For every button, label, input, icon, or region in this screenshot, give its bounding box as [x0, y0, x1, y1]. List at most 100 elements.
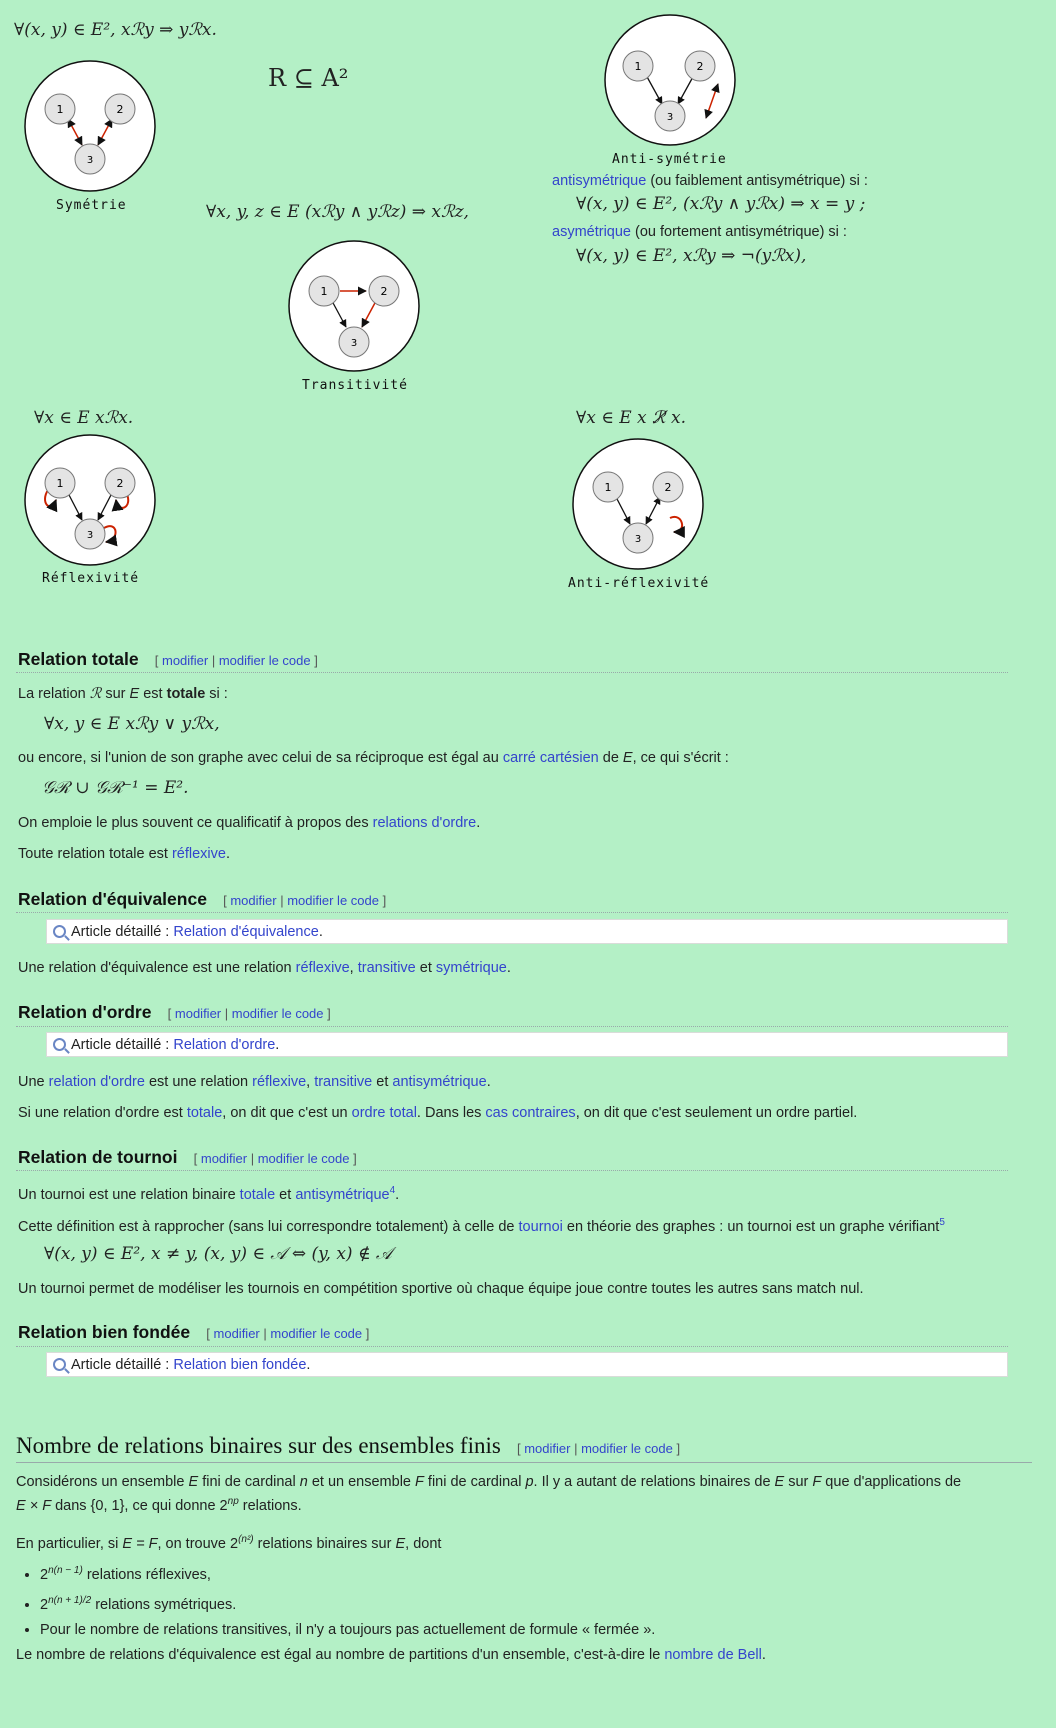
modifier-code-link[interactable]: modifier le code [219, 653, 311, 668]
antisymmetry-caption: Anti-symétrie [612, 152, 727, 167]
section-equivalence-heading: Relation d'équivalence [ modifier | modi… [18, 889, 386, 910]
node-3: 3 [338, 326, 370, 358]
nombre-list: 2n(n − 1) relations réflexives, 2n(n + 1… [18, 1558, 655, 1643]
relations-ordre-link[interactable]: relations d'ordre [373, 815, 477, 831]
node-label: 1 [635, 60, 642, 73]
nombre-p2: En particulier, si E = F, on trouve 2(n²… [16, 1534, 442, 1552]
modifier-link[interactable]: modifier [524, 1441, 570, 1456]
modifier-code-link[interactable]: modifier le code [258, 1151, 350, 1166]
totale-formula-1: ∀x, y ∈ E xℛy ∨ yℛx, [44, 714, 220, 734]
detail-link[interactable]: Relation d'ordre [173, 1037, 275, 1053]
asym-formula: ∀(x, y) ∈ E², xℛy ⇒ ¬(yℛx), [576, 246, 807, 266]
node-label: 3 [667, 112, 673, 123]
node-label: 1 [57, 477, 64, 490]
edit-links: [ modifier | modifier le code ] [154, 653, 318, 668]
symmetry-caption: Symétrie [56, 198, 127, 213]
section-rule [16, 672, 1008, 673]
nombre-bell-link[interactable]: nombre de Bell [664, 1647, 762, 1663]
totale-p1: La relation ℛ sur E est totale si : [18, 686, 228, 702]
nombre-p3: Le nombre de relations d'équivalence est… [16, 1647, 766, 1663]
detail-link[interactable]: Relation d'équivalence [173, 924, 318, 940]
tournoi-formula: ∀(x, y) ∈ E², x ≠ y, (x, y) ∈ 𝒜 ⇔ (y, x)… [44, 1244, 393, 1264]
node-label: 2 [117, 477, 124, 490]
section-rule [16, 1462, 1032, 1463]
antisym-line: antisymétrique (ou faiblement antisymétr… [552, 171, 868, 191]
node-1: 1 [622, 50, 654, 82]
antisymetrique-link[interactable]: antisymétrique [392, 1074, 486, 1090]
modifier-link[interactable]: modifier [175, 1006, 221, 1021]
tournoi-p2: Cette définition est à rapprocher (sans … [18, 1217, 945, 1235]
antisymetrique-link[interactable]: antisymétrique [295, 1187, 389, 1203]
equivalence-p1: Une relation d'équivalence est une relat… [18, 960, 511, 976]
detail-article-box: Article détaillé : Relation d'équivalenc… [46, 919, 1008, 944]
detail-link[interactable]: Relation bien fondée [173, 1357, 306, 1373]
reference-link[interactable]: 5 [939, 1217, 945, 1228]
detail-prefix: Article détaillé : [71, 924, 174, 940]
node-label: 2 [697, 60, 704, 73]
reflexivity-formula: ∀x ∈ E xℛx. [34, 408, 134, 428]
relation-ordre-link[interactable]: relation d'ordre [49, 1074, 145, 1090]
detail-prefix: Article détaillé : [71, 1037, 174, 1053]
asymetrique-link[interactable]: asymétrique [552, 224, 631, 240]
reflexive-link[interactable]: réflexive [252, 1074, 306, 1090]
tournoi-p3: Un tournoi permet de modéliser les tourn… [18, 1281, 864, 1297]
modifier-link[interactable]: modifier [201, 1151, 247, 1166]
antisymetrique-link[interactable]: antisymétrique [552, 173, 646, 189]
node-label: 2 [117, 103, 124, 116]
modifier-link[interactable]: modifier [230, 893, 276, 908]
node-3: 3 [654, 100, 686, 132]
section-title: Relation bien fondée [18, 1322, 191, 1342]
ordre-p2: Si une relation d'ordre est totale, on d… [18, 1105, 858, 1121]
edit-links: [ modifier | modifier le code ] [206, 1326, 370, 1341]
node-1: 1 [308, 275, 340, 307]
totale-link[interactable]: totale [240, 1187, 275, 1203]
transitivity-diagram: 1 2 3 [288, 240, 420, 372]
antisym-formula: ∀(x, y) ∈ E², (xℛy ∧ yℛx) ⇒ x = y ; [576, 194, 866, 214]
section-fondee-heading: Relation bien fondée [ modifier | modifi… [18, 1322, 369, 1343]
reflexive-link[interactable]: réflexive [296, 960, 350, 976]
transitive-link[interactable]: transitive [358, 960, 416, 976]
section-title: Relation totale [18, 649, 139, 669]
modifier-code-link[interactable]: modifier le code [581, 1441, 673, 1456]
list-item: 2n(n − 1) relations réflexives, [40, 1558, 655, 1588]
list-item: Pour le nombre de relations transitives,… [40, 1618, 655, 1643]
list-item: 2n(n + 1)/2 relations symétriques. [40, 1588, 655, 1618]
node-label: 3 [87, 530, 93, 541]
modifier-link[interactable]: modifier [162, 653, 208, 668]
ordre-p1: Une relation d'ordre est une relation ré… [18, 1074, 491, 1090]
node-label: 1 [605, 481, 612, 494]
section-rule [16, 912, 1008, 913]
section-rule [16, 1026, 1008, 1027]
symetrique-link[interactable]: symétrique [436, 960, 507, 976]
tournoi-link[interactable]: tournoi [519, 1219, 563, 1235]
node-3: 3 [622, 522, 654, 554]
section-nombre-heading: Nombre de relations binaires sur des ens… [16, 1433, 680, 1459]
modifier-code-link[interactable]: modifier le code [270, 1326, 362, 1341]
modifier-link[interactable]: modifier [214, 1326, 260, 1341]
modifier-code-link[interactable]: modifier le code [232, 1006, 324, 1021]
antisym-text: (ou faiblement antisymétrique) si : [646, 173, 868, 189]
reflexivity-caption: Réflexivité [42, 571, 140, 586]
symmetry-diagram: 1 2 3 [24, 60, 156, 192]
section-title: Relation de tournoi [18, 1147, 178, 1167]
section-title: Relation d'équivalence [18, 889, 207, 909]
section-totale-heading: Relation totale [ modifier | modifier le… [18, 649, 318, 670]
carre-link[interactable]: carré [503, 750, 536, 766]
asym-text: (ou fortement antisymétrique) si : [630, 224, 847, 240]
transitive-link[interactable]: transitive [314, 1074, 372, 1090]
node-1: 1 [44, 93, 76, 125]
reflexivity-diagram: 1 2 3 [24, 434, 156, 566]
reflexive-link[interactable]: réflexive [172, 846, 226, 862]
node-1: 1 [592, 471, 624, 503]
cartesien-link[interactable]: cartésien [540, 750, 599, 766]
detail-article-box: Article détaillé : Relation bien fondée. [46, 1352, 1008, 1377]
node-1: 1 [44, 467, 76, 499]
modifier-code-link[interactable]: modifier le code [287, 893, 379, 908]
totale-link[interactable]: totale [187, 1105, 222, 1121]
cas-contraires-link[interactable]: cas contraires [485, 1105, 575, 1121]
symmetry-formula: ∀(x, y) ∈ E², xℛy ⇒ yℛx. [14, 20, 217, 40]
ordre-total-link[interactable]: ordre total [352, 1105, 417, 1121]
antireflexivity-formula: ∀x ∈ E x ℛ̸ x. [576, 408, 687, 428]
node-label: 2 [381, 285, 388, 298]
totale-p2: ou encore, si l'union de son graphe avec… [18, 750, 729, 766]
